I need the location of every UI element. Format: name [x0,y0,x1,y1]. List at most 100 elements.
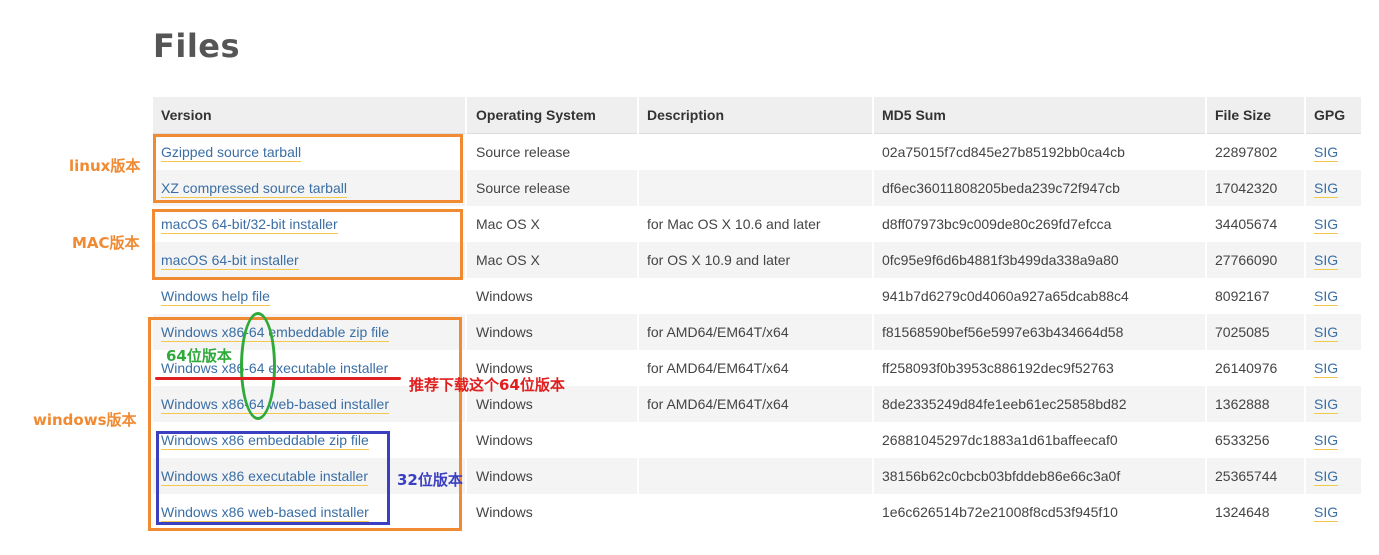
sig-link[interactable]: SIG [1314,324,1339,342]
table-header-row: Version Operating System Description MD5… [153,97,1363,134]
table-row: Windows x86 web-based installer Windows … [153,494,1363,530]
linux-label: linux版本 [69,157,141,175]
table-row: Windows help file Windows 941b7d6279c0d4… [153,278,1363,314]
file-size-cell: 22897802 [1206,133,1306,170]
description-cell: for OS X 10.9 and later [638,242,874,278]
gpg-cell: SIG [1305,422,1363,458]
header-md5-sum: MD5 Sum [873,97,1207,134]
header-file-size: File Size [1206,97,1306,134]
table-row: macOS 64-bit installer Mac OS X for OS X… [153,242,1363,278]
sig-link[interactable]: SIG [1314,468,1339,486]
gpg-cell: SIG [1305,458,1363,494]
os-cell: Windows [466,422,639,458]
md5-cell: d8ff07973bc9c009de80c269fd7efcca [873,206,1207,242]
file-size-cell: 27766090 [1206,242,1306,278]
md5-cell: 02a75015f7cd845e27b85192bb0ca4cb [873,133,1207,170]
sig-link[interactable]: SIG [1314,360,1339,378]
table-row: Windows x86 embeddable zip file Windows … [153,422,1363,458]
description-cell [638,170,874,206]
file-size-cell: 6533256 [1206,422,1306,458]
gpg-cell: SIG [1305,206,1363,242]
os-cell: Source release [466,133,639,170]
file-size-cell: 17042320 [1206,170,1306,206]
md5-cell: 941b7d6279c0d4060a927a65dcab88c4 [873,278,1207,314]
table-row: macOS 64-bit/32-bit installer Mac OS X f… [153,206,1363,242]
description-cell: for AMD64/EM64T/x64 [638,350,874,386]
description-cell: for AMD64/EM64T/x64 [638,386,874,422]
os-cell: Windows [466,458,639,494]
files-table: Version Operating System Description MD5… [153,97,1363,530]
sig-link[interactable]: SIG [1314,144,1339,162]
table-row: XZ compressed source tarball Source rele… [153,170,1363,206]
version-link[interactable]: XZ compressed source tarball [161,180,347,198]
gpg-cell: SIG [1305,314,1363,350]
version-link[interactable]: Windows x86-64 embeddable zip file [161,324,390,342]
version-link[interactable]: Windows x86-64 web-based installer [161,396,389,414]
md5-cell: 38156b62c0cbcb03bfddeb86e66c3a0f [873,458,1207,494]
md5-cell: 26881045297dc1883a1d61baffeecaf0 [873,422,1207,458]
os-cell: Windows [466,278,639,314]
gpg-cell: SIG [1305,386,1363,422]
file-size-cell: 1324648 [1206,494,1306,530]
sig-link[interactable]: SIG [1314,216,1339,234]
version-link[interactable]: Windows x86 web-based installer [161,504,369,522]
os-cell: Windows [466,494,639,530]
header-operating-system: Operating System [466,97,639,134]
version-link[interactable]: Gzipped source tarball [161,144,302,162]
description-cell [638,278,874,314]
win64-label: 64位版本 [166,347,232,365]
gpg-cell: SIG [1305,494,1363,530]
version-link[interactable]: macOS 64-bit installer [161,252,299,270]
version-cell: XZ compressed source tarball [153,170,467,206]
version-cell: Windows x86 embeddable zip file [153,422,467,458]
header-version: Version [153,97,467,134]
os-cell: Mac OS X [466,206,639,242]
win64-highlight-ellipse [240,312,276,420]
sig-link[interactable]: SIG [1314,504,1339,522]
file-size-cell: 1362888 [1206,386,1306,422]
md5-cell: 8de2335249d84fe1eeb61ec25858bd82 [873,386,1207,422]
version-link[interactable]: macOS 64-bit/32-bit installer [161,216,338,234]
file-size-cell: 34405674 [1206,206,1306,242]
version-link[interactable]: Windows help file [161,288,270,306]
version-cell: Gzipped source tarball [153,133,467,170]
version-link[interactable]: Windows x86 embeddable zip file [161,432,369,450]
file-size-cell: 8092167 [1206,278,1306,314]
table-row: Windows x86 executable installer Windows… [153,458,1363,494]
windows-label: windows版本 [33,411,137,429]
gpg-cell: SIG [1305,278,1363,314]
sig-link[interactable]: SIG [1314,432,1339,450]
sig-link[interactable]: SIG [1314,396,1339,414]
header-description: Description [638,97,874,134]
os-cell: Mac OS X [466,242,639,278]
file-size-cell: 7025085 [1206,314,1306,350]
table-row: Windows x86-64 web-based installer Windo… [153,386,1363,422]
md5-cell: df6ec36011808205beda239c72f947cb [873,170,1207,206]
md5-cell: 0fc95e9f6d6b4881f3b499da338a9a80 [873,242,1207,278]
recommend-underline [155,377,401,380]
version-cell: Windows x86 web-based installer [153,494,467,530]
md5-cell: 1e6c626514b72e21008f8cd53f945f10 [873,494,1207,530]
version-cell: macOS 64-bit/32-bit installer [153,206,467,242]
table-row: Gzipped source tarball Source release 02… [153,133,1363,170]
table-row: Windows x86-64 executable installer Wind… [153,350,1363,386]
recommend-label: 推荐下载这个64位版本 [409,376,565,394]
sig-link[interactable]: SIG [1314,180,1339,198]
version-cell: macOS 64-bit installer [153,242,467,278]
sig-link[interactable]: SIG [1314,252,1339,270]
file-size-cell: 25365744 [1206,458,1306,494]
md5-cell: f81568590bef56e5997e63b434664d58 [873,314,1207,350]
os-cell: Windows [466,314,639,350]
description-cell [638,133,874,170]
page-title: Files [153,27,241,65]
table-row: Windows x86-64 embeddable zip file Windo… [153,314,1363,350]
win32-label: 32位版本 [397,471,463,489]
md5-cell: ff258093f0b3953c886192dec9f52763 [873,350,1207,386]
sig-link[interactable]: SIG [1314,288,1339,306]
description-cell [638,494,874,530]
description-cell: for Mac OS X 10.6 and later [638,206,874,242]
version-cell: Windows help file [153,278,467,314]
version-link[interactable]: Windows x86 executable installer [161,468,368,486]
description-cell [638,422,874,458]
gpg-cell: SIG [1305,242,1363,278]
